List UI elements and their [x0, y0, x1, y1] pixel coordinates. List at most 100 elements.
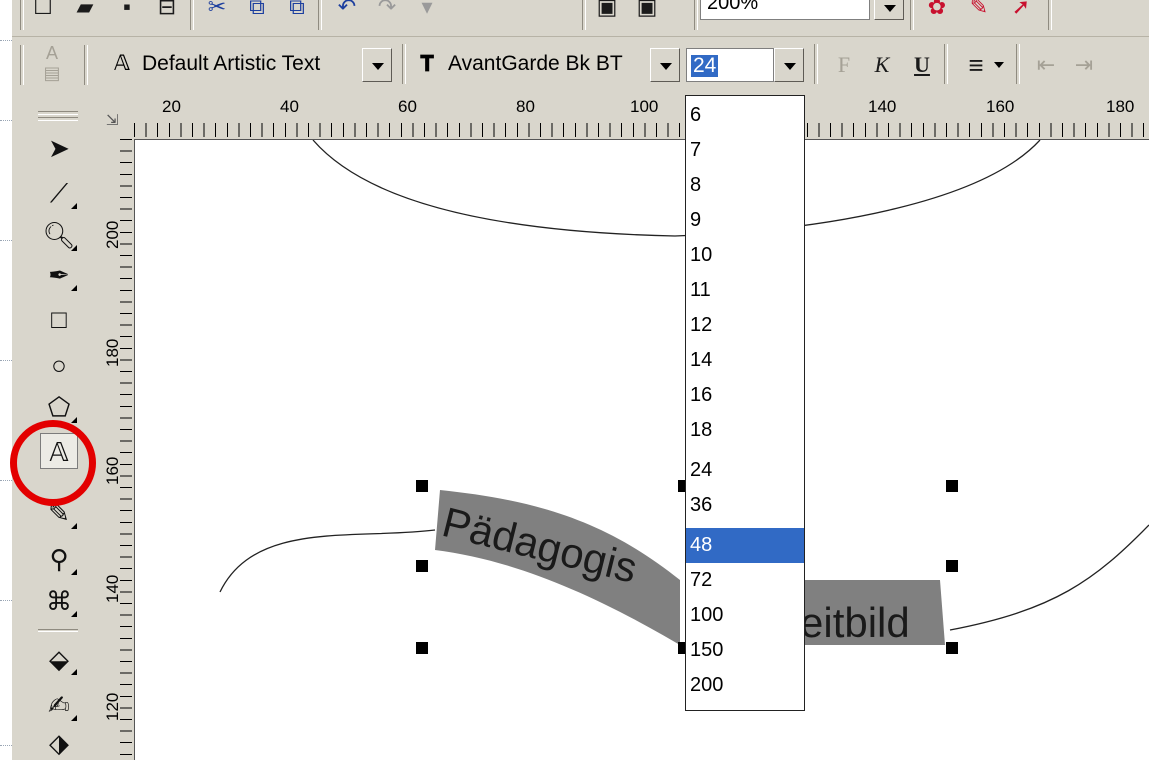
toolbar-separator: [582, 0, 586, 30]
bucket-fill-tool-icon[interactable]: ⬗: [40, 725, 78, 761]
bottom-curve-path: [219, 529, 436, 593]
artistic-text-icon: 𝔸: [114, 52, 130, 75]
font-size-option[interactable]: 7: [686, 133, 804, 168]
ruler-origin-icon[interactable]: ⇲: [106, 111, 119, 129]
font-name-combo[interactable]: 𝐓 AvantGarde Bk BT: [414, 48, 650, 82]
font-size-option[interactable]: 100: [686, 598, 804, 633]
font-size-dropdown-button[interactable]: [774, 48, 804, 82]
guide-dots: [0, 745, 12, 746]
open-folder-icon[interactable]: ▰: [68, 0, 102, 22]
highlight-circle: [10, 420, 96, 506]
paste-icon[interactable]: ⧉: [280, 0, 314, 22]
freehand-tool-icon[interactable]: ✒: [40, 257, 78, 293]
copy-icon[interactable]: ⧉: [240, 0, 274, 22]
toolbar-separator: [1048, 0, 1052, 30]
decrease-indent-icon[interactable]: ⇤: [1028, 48, 1064, 82]
text-on-path-right[interactable]: eitbild: [800, 599, 910, 646]
drawing-canvas[interactable]: Pädagogis eitbild: [135, 140, 1149, 760]
shape-tool-icon[interactable]: ⟋: [40, 175, 78, 211]
pick-tool-icon[interactable]: ➤: [40, 130, 78, 166]
text-style-combo[interactable]: 𝔸 Default Artistic Text: [108, 48, 362, 82]
ruler-label: 160: [103, 456, 122, 485]
text-frame-icon[interactable]: A ▤: [32, 43, 72, 87]
selection-handle[interactable]: [416, 480, 428, 492]
font-size-combo[interactable]: 24: [686, 48, 774, 82]
redo-icon[interactable]: ↷: [370, 0, 404, 22]
new-document-icon[interactable]: ☐: [26, 0, 60, 22]
font-size-option[interactable]: 24: [686, 453, 804, 488]
font-size-option[interactable]: 11: [686, 273, 804, 308]
ruler-label: 200: [103, 220, 122, 249]
redo-dropdown-icon[interactable]: ▾: [410, 0, 444, 22]
underline-button[interactable]: U: [904, 48, 940, 82]
text-style-dropdown-button[interactable]: [362, 48, 392, 82]
application-launcher-icon[interactable]: ✿: [920, 0, 954, 22]
whats-this-icon[interactable]: ➚: [1004, 0, 1038, 22]
font-size-option[interactable]: 14: [686, 343, 804, 378]
selection-handle[interactable]: [416, 642, 428, 654]
save-icon[interactable]: ▪: [110, 0, 144, 22]
font-size-option[interactable]: 8: [686, 168, 804, 203]
ruler-ticks: [134, 123, 1149, 137]
cut-icon[interactable]: ✂: [200, 0, 234, 22]
fill-tool-icon[interactable]: ⬙: [40, 641, 78, 677]
font-size-option[interactable]: 36: [686, 488, 804, 523]
font-size-option-selected[interactable]: 48: [686, 528, 804, 563]
font-name-dropdown-button[interactable]: [650, 48, 680, 82]
horizontal-ruler[interactable]: ⇲ 20 40 60 80 100 140 160 180: [100, 95, 1149, 140]
increase-indent-icon[interactable]: ⇥: [1066, 48, 1102, 82]
ruler-label: 20: [162, 97, 181, 116]
ellipse-tool-icon[interactable]: ○: [40, 347, 78, 383]
eyedropper-tool-icon[interactable]: ⚲: [40, 541, 78, 577]
font-size-value: 24: [691, 54, 719, 77]
import-icon[interactable]: ▣: [590, 0, 624, 22]
vertical-ruler[interactable]: 200 180 160 140 120: [100, 139, 135, 760]
italic-button[interactable]: K: [864, 48, 900, 82]
selection-handle[interactable]: [946, 642, 958, 654]
print-icon[interactable]: ⊟: [150, 0, 184, 22]
font-size-option[interactable]: 16: [686, 378, 804, 413]
right-curve-path: [949, 524, 1149, 631]
ruler-label: 160: [986, 97, 1015, 116]
zoom-tool-icon[interactable]: 🔍︎: [40, 217, 78, 253]
ruler-label: 140: [103, 574, 122, 603]
toolbar-separator: [84, 45, 88, 85]
ruler-label: 60: [398, 97, 417, 116]
bold-button[interactable]: F: [826, 48, 862, 82]
canvas-drawing: Pädagogis eitbild: [219, 140, 1149, 646]
toolbar-separator: [944, 44, 948, 84]
outline-tool-icon[interactable]: ⌘: [40, 583, 78, 619]
rectangle-tool-icon[interactable]: □: [40, 301, 78, 337]
selection-handle[interactable]: [946, 480, 958, 492]
selection-handle[interactable]: [416, 560, 428, 572]
font-size-option[interactable]: 18: [686, 413, 804, 448]
selection-handle[interactable]: [946, 560, 958, 572]
toolbar-separator: [910, 0, 914, 30]
undo-icon[interactable]: ↶: [330, 0, 364, 22]
toolbar-separator: [318, 0, 322, 30]
font-size-option[interactable]: 200: [686, 668, 804, 703]
corel-online-icon[interactable]: ✎: [962, 0, 996, 22]
pen-outline-tool-icon[interactable]: ✍: [40, 687, 78, 723]
zoom-level-value: 200%: [707, 0, 759, 14]
toolbar-separator: [190, 0, 194, 30]
font-size-option[interactable]: 12: [686, 308, 804, 343]
zoom-level-combo[interactable]: 200%: [700, 0, 870, 20]
export-icon[interactable]: ▣: [630, 0, 664, 22]
text-style-value: Default Artistic Text: [142, 52, 321, 75]
font-size-option[interactable]: 6: [686, 98, 804, 133]
top-arc-path: [312, 140, 1041, 237]
font-size-option[interactable]: 9: [686, 203, 804, 238]
font-size-dropdown-list[interactable]: 6 7 8 9 10 11 12 14 16 18 24 36 48 72 10…: [685, 95, 805, 711]
alignment-dropdown-icon[interactable]: [994, 62, 1004, 68]
truetype-font-icon: 𝐓: [420, 51, 435, 76]
font-size-option[interactable]: 10: [686, 238, 804, 273]
toolbox-separator: [38, 629, 78, 632]
guide-dots: [0, 40, 12, 41]
font-size-option[interactable]: 150: [686, 633, 804, 668]
ruler-label: 40: [280, 97, 299, 116]
toolbar-handle: [20, 45, 24, 85]
zoom-dropdown-button[interactable]: [874, 0, 904, 20]
alignment-button[interactable]: ≡: [958, 48, 994, 82]
font-size-option[interactable]: 72: [686, 563, 804, 598]
